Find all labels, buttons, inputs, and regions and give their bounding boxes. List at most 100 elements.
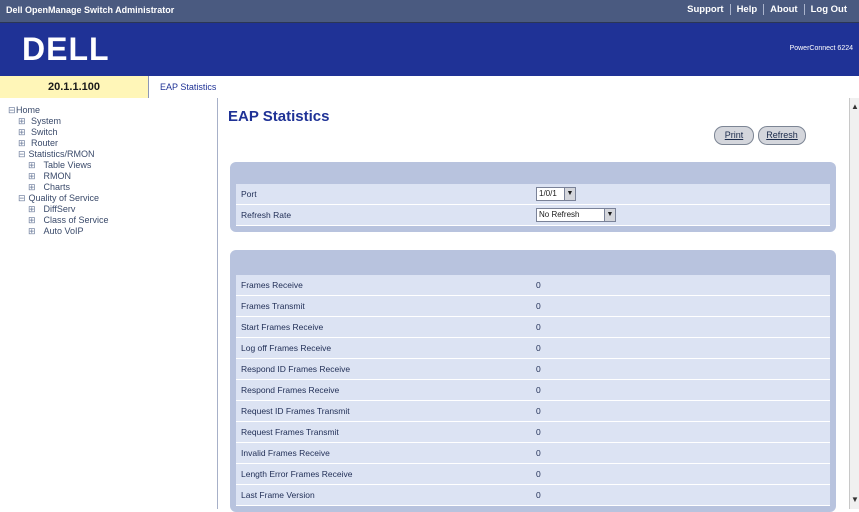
tree-item-label-selected: Statistics/RMON — [28, 149, 95, 159]
stat-value: 0 — [536, 469, 541, 479]
expand-icon[interactable]: ⊞ — [28, 226, 36, 237]
tree-item-label: RMON — [43, 171, 72, 181]
tree-item-label: System — [31, 116, 62, 126]
tree-item-class-of-service[interactable]: ⊞ Class of Service — [28, 215, 109, 226]
tree-item-charts[interactable]: ⊞ Charts — [28, 182, 70, 193]
table-row: Request ID Frames Transmit 0 — [236, 401, 830, 422]
stat-label: Length Error Frames Receive — [241, 469, 353, 479]
stat-label: Invalid Frames Receive — [241, 448, 330, 458]
tree-item-diffserv[interactable]: ⊞ DiffServ — [28, 204, 75, 215]
tree-item-quality-of-service[interactable]: ⊟ Quality of Service — [18, 193, 99, 204]
tree-item-label: Charts — [43, 182, 71, 192]
statistics-panel: Frames Receive 0 Frames Transmit 0 Start… — [230, 250, 836, 512]
stat-label: Request Frames Transmit — [241, 427, 339, 437]
tree-item-router[interactable]: ⊞ Router — [18, 138, 58, 149]
refresh-rate-select[interactable]: No Refresh ▼ — [536, 208, 616, 222]
banner: DELL PowerConnect 6224 — [0, 23, 859, 76]
nav-tree: ⊟Home ⊞ System ⊞ Switch ⊞ Router ⊟ Stati… — [0, 98, 218, 509]
info-bar: 20.1.1.100 EAP Statistics — [0, 76, 859, 99]
stat-value: 0 — [536, 490, 541, 500]
refresh-rate-row: Refresh Rate No Refresh ▼ — [236, 205, 830, 226]
stat-value: 0 — [536, 406, 541, 416]
stat-value: 0 — [536, 427, 541, 437]
table-row: Request Frames Transmit 0 — [236, 422, 830, 443]
tree-item-statistics-rmon[interactable]: ⊟ Statistics/RMON — [18, 149, 95, 160]
table-row: Log off Frames Receive 0 — [236, 338, 830, 359]
expand-icon[interactable]: ⊞ — [18, 116, 26, 127]
table-row: Start Frames Receive 0 — [236, 317, 830, 338]
refresh-rate-select-value: No Refresh — [539, 210, 580, 219]
app-title: Dell OpenManage Switch Administrator — [6, 5, 175, 15]
stat-label: Frames Transmit — [241, 301, 305, 311]
stat-label: Frames Receive — [241, 280, 303, 290]
top-links: Support Help About Log Out — [681, 4, 853, 15]
tree-item-home[interactable]: ⊟Home — [8, 105, 40, 116]
port-select[interactable]: 1/0/1 ▼ — [536, 187, 576, 201]
log-out-link[interactable]: Log Out — [803, 4, 853, 15]
dropdown-arrow-icon: ▼ — [564, 188, 575, 200]
print-button-label: Print — [724, 130, 744, 140]
tree-item-label: Switch — [31, 127, 58, 137]
stat-value: 0 — [536, 322, 541, 332]
tree-item-label: Auto VoIP — [43, 226, 84, 236]
tree-item-system[interactable]: ⊞ System — [18, 116, 61, 127]
table-row: Length Error Frames Receive 0 — [236, 464, 830, 485]
scroll-up-icon[interactable]: ▲ — [851, 102, 859, 112]
tree-item-rmon[interactable]: ⊞ RMON — [28, 171, 71, 182]
refresh-rate-label: Refresh Rate — [241, 210, 292, 220]
tree-item-label: Router — [31, 138, 59, 148]
expand-icon[interactable]: ⊞ — [28, 171, 36, 182]
support-link[interactable]: Support — [681, 4, 729, 15]
print-button[interactable]: Print — [714, 126, 754, 145]
dell-logo: DELL — [22, 31, 110, 67]
page-title: EAP Statistics — [228, 108, 330, 125]
port-label: Port — [241, 189, 257, 199]
refresh-button-label: Refresh — [766, 130, 798, 140]
scroll-down-icon[interactable]: ▼ — [851, 495, 859, 505]
stat-label: Request ID Frames Transmit — [241, 406, 350, 416]
tree-item-auto-voip[interactable]: ⊞ Auto VoIP — [28, 226, 84, 237]
main-content: EAP Statistics Print Refresh Port 1/0/1 … — [218, 98, 849, 512]
vertical-scrollbar[interactable]: ▲ ▼ — [849, 98, 859, 509]
breadcrumb: EAP Statistics — [160, 82, 217, 92]
stat-value: 0 — [536, 280, 541, 290]
expand-icon[interactable]: ⊞ — [28, 204, 36, 215]
table-row: Respond Frames Receive 0 — [236, 380, 830, 401]
stat-label: Respond ID Frames Receive — [241, 364, 351, 374]
stat-value: 0 — [536, 364, 541, 374]
table-row: Invalid Frames Receive 0 — [236, 443, 830, 464]
help-link[interactable]: Help — [729, 4, 764, 15]
stat-value: 0 — [536, 448, 541, 458]
table-row: Last Frame Version 0 — [236, 485, 830, 506]
tree-item-table-views[interactable]: ⊞ Table Views — [28, 160, 91, 171]
tree-item-label: Class of Service — [43, 215, 109, 225]
table-row: Respond ID Frames Receive 0 — [236, 359, 830, 380]
expand-icon[interactable]: ⊞ — [18, 127, 26, 138]
stat-label: Last Frame Version — [241, 490, 315, 500]
stat-label: Respond Frames Receive — [241, 385, 340, 395]
product-name: PowerConnect 6224 — [789, 45, 853, 52]
expand-icon[interactable]: ⊞ — [28, 215, 36, 226]
stat-value: 0 — [536, 385, 541, 395]
collapse-icon[interactable]: ⊟ — [18, 193, 26, 204]
tree-item-label: DiffServ — [43, 204, 76, 214]
tree-item-label: Quality of Service — [28, 193, 100, 203]
collapse-icon[interactable]: ⊟ — [18, 149, 26, 160]
expand-icon[interactable]: ⊞ — [18, 138, 26, 149]
device-ip: 20.1.1.100 — [0, 76, 149, 98]
dropdown-arrow-icon: ▼ — [604, 209, 615, 221]
table-row: Frames Transmit 0 — [236, 296, 830, 317]
config-panel: Port 1/0/1 ▼ Refresh Rate No Refresh ▼ — [230, 162, 836, 232]
port-select-value: 1/0/1 — [539, 189, 557, 198]
about-link[interactable]: About — [763, 4, 803, 15]
expand-icon[interactable]: ⊞ — [28, 160, 36, 171]
tree-item-label: Home — [16, 105, 41, 115]
refresh-button[interactable]: Refresh — [758, 126, 806, 145]
stat-label: Start Frames Receive — [241, 322, 324, 332]
expand-icon[interactable]: ⊞ — [28, 182, 36, 193]
tree-item-label: Table Views — [43, 160, 92, 170]
collapse-icon[interactable]: ⊟ — [8, 105, 16, 116]
stat-value: 0 — [536, 343, 541, 353]
tree-item-switch[interactable]: ⊞ Switch — [18, 127, 58, 138]
stat-label: Log off Frames Receive — [241, 343, 332, 353]
